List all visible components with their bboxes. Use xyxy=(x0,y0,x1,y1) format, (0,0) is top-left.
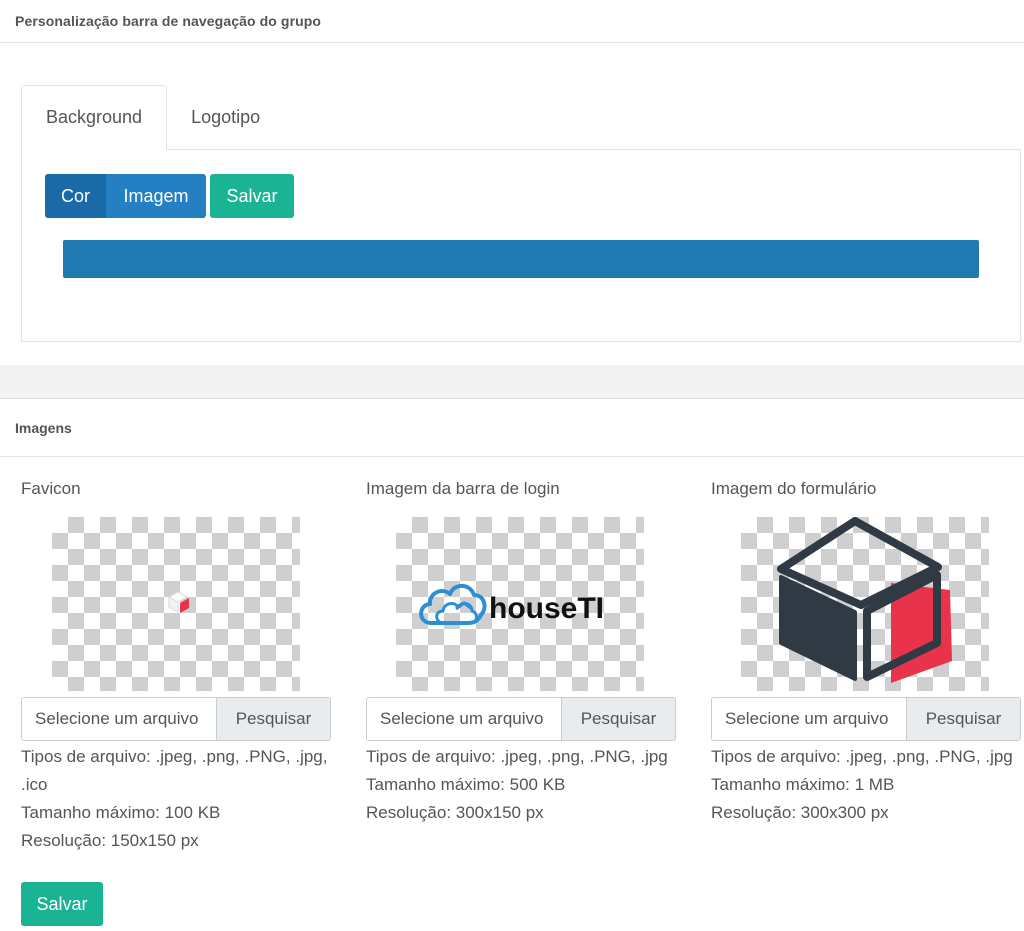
login-bar-browse-button[interactable]: Pesquisar xyxy=(561,698,675,740)
form-image-file-input-group: Selecione um arquivo Pesquisar xyxy=(711,697,1021,741)
login-bar-file-input[interactable]: Selecione um arquivo xyxy=(367,698,561,740)
background-logo-tabs: Background Logotipo xyxy=(21,85,284,150)
favicon-file-input[interactable]: Selecione um arquivo xyxy=(22,698,216,740)
favicon-max-size: Tamanho máximo: 100 KB xyxy=(21,803,221,822)
form-image-file-types: Tipos de arquivo: .jpeg, .png, .PNG, .jp… xyxy=(711,747,1013,766)
form-image-resolution: Resolução: 300x300 px xyxy=(711,803,889,822)
navbar-section-title-text: Personalização barra de navegação do gru… xyxy=(15,13,322,29)
favicon-file-types: Tipos de arquivo: .jpeg, .png, .PNG, .jp… xyxy=(21,747,328,794)
small-cube-icon xyxy=(167,591,189,613)
login-bar-image-title: Imagem da barra de login xyxy=(366,479,560,498)
houseti-logo: houseTI xyxy=(419,583,604,625)
save-background-button[interactable]: Salvar xyxy=(210,174,294,218)
tab-logotipo[interactable]: Logotipo xyxy=(167,85,284,149)
imagem-button[interactable]: Imagem xyxy=(106,174,206,218)
save-images-button[interactable]: Salvar xyxy=(21,882,103,926)
favicon-browse-button[interactable]: Pesquisar xyxy=(216,698,330,740)
houseti-logo-text: houseTI xyxy=(489,592,604,625)
form-image-max-size: Tamanho máximo: 1 MB xyxy=(711,775,895,794)
tab-background-label: Background xyxy=(46,107,143,127)
favicon-title: Favicon xyxy=(21,479,81,498)
images-section-title: Imagens xyxy=(0,398,1024,457)
favicon-file-input-group: Selecione um arquivo Pesquisar xyxy=(21,697,331,741)
login-bar-max-size: Tamanho máximo: 500 KB xyxy=(366,775,566,794)
images-section-title-text: Imagens xyxy=(15,419,72,436)
favicon-resolution: Resolução: 150x150 px xyxy=(21,831,199,850)
login-bar-resolution: Resolução: 300x150 px xyxy=(366,803,544,822)
section-separator xyxy=(0,365,1024,398)
form-image-title: Imagem do formulário xyxy=(711,479,877,498)
color-preview-bar[interactable] xyxy=(63,240,979,278)
cor-button[interactable]: Cor xyxy=(45,174,106,218)
navbar-section-title: Personalização barra de navegação do gru… xyxy=(0,0,1024,43)
tab-background[interactable]: Background xyxy=(21,85,168,150)
login-bar-file-input-group: Selecione um arquivo Pesquisar xyxy=(366,697,676,741)
login-bar-image-preview: houseTI xyxy=(396,517,644,691)
login-bar-file-types: Tipos de arquivo: .jpeg, .png, .PNG, .jp… xyxy=(366,747,668,766)
form-image-browse-button[interactable]: Pesquisar xyxy=(906,698,1020,740)
form-image-preview xyxy=(741,517,989,691)
favicon-info: Tipos de arquivo: .jpeg, .png, .PNG, .jp… xyxy=(21,743,331,855)
form-image-info: Tipos de arquivo: .jpeg, .png, .PNG, .jp… xyxy=(711,743,1021,827)
cube-icon xyxy=(777,517,952,683)
login-bar-info: Tipos de arquivo: .jpeg, .png, .PNG, .jp… xyxy=(366,743,676,827)
tab-logotipo-label: Logotipo xyxy=(191,106,261,127)
form-image-file-input[interactable]: Selecione um arquivo xyxy=(712,698,906,740)
favicon-preview xyxy=(52,517,300,691)
